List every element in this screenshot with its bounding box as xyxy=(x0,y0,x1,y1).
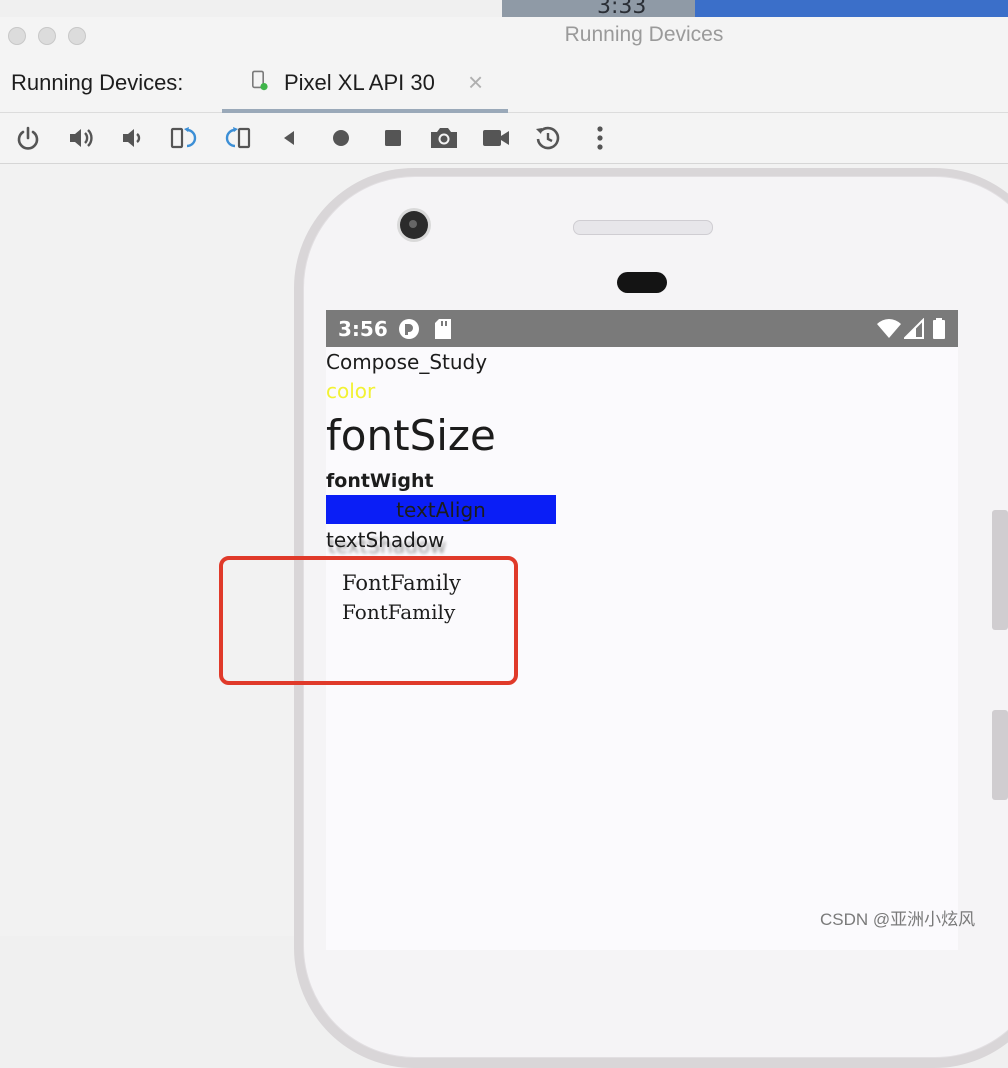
front-camera xyxy=(400,211,428,239)
device-toolbar xyxy=(0,113,1008,164)
tab-pixel-xl-api-30[interactable]: Pixel XL API 30 × xyxy=(222,57,508,113)
sd-card-icon xyxy=(435,319,451,339)
background-window: 3:33 xyxy=(502,0,1008,19)
snapshot-reset-icon[interactable] xyxy=(533,123,563,153)
font-size-text: fontSize xyxy=(326,411,496,460)
tab-label: Pixel XL API 30 xyxy=(284,70,435,95)
overview-icon[interactable] xyxy=(378,123,408,153)
font-weight-text: fontWight xyxy=(326,470,434,492)
proximity-sensor xyxy=(617,272,667,293)
screenshot-icon[interactable] xyxy=(429,123,459,153)
wifi-icon xyxy=(877,319,901,338)
more-options-icon[interactable] xyxy=(585,123,615,153)
earpiece-speaker xyxy=(573,220,713,235)
device-icon xyxy=(252,70,268,91)
phone-side-button[interactable] xyxy=(992,510,1008,630)
tool-window-label: Running Devices: xyxy=(11,70,184,95)
watermark: CSDN @亚洲小炫风 xyxy=(820,910,976,929)
battery-icon xyxy=(933,318,945,339)
close-icon[interactable]: × xyxy=(468,67,483,98)
text-align-text: textAlign xyxy=(326,495,556,524)
rotate-right-icon[interactable] xyxy=(222,123,252,153)
signal-icon xyxy=(904,318,924,339)
background-window-accent xyxy=(695,0,1008,17)
phone-volume-button[interactable] xyxy=(992,710,1008,800)
back-icon[interactable] xyxy=(274,123,304,153)
app-notification-icon xyxy=(399,319,419,339)
tab-bar: Running Devices: Pixel XL API 30 × xyxy=(0,57,1008,113)
rotate-left-icon[interactable] xyxy=(170,123,200,153)
volume-down-icon[interactable] xyxy=(118,123,148,153)
volume-up-icon[interactable] xyxy=(66,123,96,153)
color-text: color xyxy=(326,379,376,403)
screen-record-icon[interactable] xyxy=(481,123,511,153)
highlight-annotation-box xyxy=(219,556,518,685)
compose-study-text: Compose_Study xyxy=(326,350,488,374)
home-icon[interactable] xyxy=(326,123,356,153)
window-title: Running Devices xyxy=(564,23,724,46)
text-shadow-text: textShadow xyxy=(326,528,445,552)
power-icon[interactable] xyxy=(13,123,43,153)
status-time: 3:56 xyxy=(338,317,388,341)
android-status-bar: 3:56 xyxy=(326,310,958,347)
title-bar: Running Devices xyxy=(0,17,1008,57)
